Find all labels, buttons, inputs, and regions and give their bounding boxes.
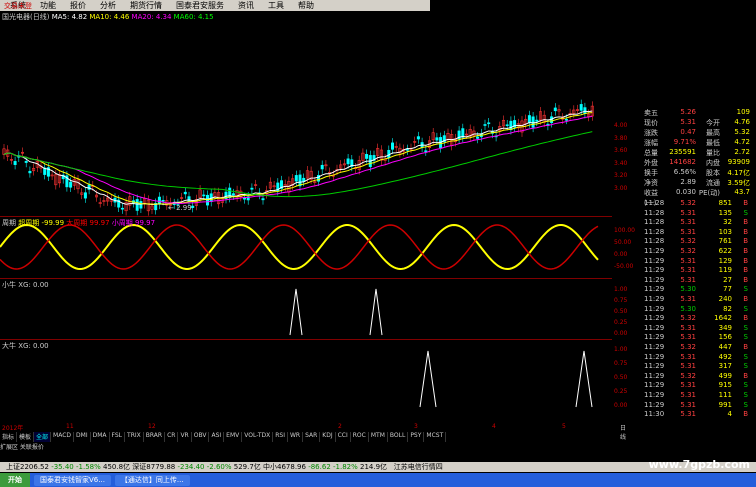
tab-13[interactable]: EMV <box>224 432 243 442</box>
trade-row: 11:29 5.31 27 B <box>644 275 748 284</box>
tab-4[interactable]: DMI <box>74 432 91 442</box>
trade-row: 11:29 5.31 111 S <box>644 391 748 399</box>
trade-login-link[interactable]: 交易未登 <box>4 1 142 11</box>
menu-tools[interactable]: 工具 <box>268 0 284 11</box>
indicator-tabs: 指标 模板 全部 MACD DMI DMA FSL TRIX BRAR CR VR OBV ASI EMV… <box>0 432 612 442</box>
quote-row: 涨幅 9.71% 最低 4.72 <box>644 138 750 147</box>
panel2-axis: 100.00 50.00 0.00 -50.00 <box>614 227 635 270</box>
tab-6[interactable]: FSL <box>110 432 126 442</box>
trade-row: 11:29 5.31 349 S <box>644 323 748 332</box>
panel2-title: 周期 超周期 -99.99 大周期 99.97 小周期 99.97 <box>2 219 156 227</box>
taskbar: 开始 国泰君安钱智家V6... 【通达信】同上传... <box>0 473 756 487</box>
taskbar-item-2[interactable]: 【通达信】同上传... <box>114 474 190 486</box>
trade-row: 11:29 5.32 447 B <box>644 343 748 351</box>
tab-9[interactable]: CR <box>165 432 179 442</box>
tab-20[interactable]: ROC <box>351 432 369 442</box>
trade-row: 11:28 5.32 851 B <box>644 199 748 207</box>
tab-18[interactable]: KDJ <box>320 432 336 442</box>
trade-row: 11:29 5.31 317 S <box>644 362 748 371</box>
kline-svg <box>0 99 599 408</box>
news-ticker[interactable]: 江苏电信行情四 <box>394 462 443 472</box>
trade-row: 11:29 5.30 82 S <box>644 304 748 313</box>
quote-row: 现价 5.31 今开 4.76 <box>644 118 750 127</box>
trade-row: 11:29 5.31 492 S <box>644 352 748 361</box>
tab-17[interactable]: SAR <box>303 432 321 442</box>
quote-row: 总量 235591 量比 2.72 <box>644 148 750 157</box>
trade-row: 11:29 5.31 915 S <box>644 381 748 390</box>
trade-row: 11:29 5.31 156 S <box>644 333 748 342</box>
trade-row: 11:29 5.32 499 B <box>644 371 748 380</box>
tab-2[interactable]: 全部 <box>34 432 52 442</box>
extension-bar: 扩展区 关联报价 <box>0 442 612 452</box>
tab-21[interactable]: MTM <box>369 432 388 442</box>
tab-16[interactable]: WR <box>288 432 304 442</box>
tab-14[interactable]: VOL-TDX <box>242 432 274 442</box>
panel4-axis: 1.00 0.75 0.50 0.25 0.00 <box>614 346 628 409</box>
menu-help[interactable]: 帮助 <box>298 0 314 11</box>
trade-row: 11:29 5.31 129 B <box>644 256 748 265</box>
quote-row: 涨跌 0.47 最高 5.32 <box>644 128 750 137</box>
trade-row: 11:29 5.30 77 S <box>644 285 748 294</box>
quote-row: 换手 6.56% 股本 4.17亿 <box>644 168 750 177</box>
tab-3[interactable]: MACD <box>51 432 75 442</box>
panel4-title: 大牛 XG: 0.00 <box>2 342 49 350</box>
panel3-title: 小牛 XG: 0.00 <box>2 281 49 289</box>
quote-row: 收益(一) 0.030 PE(动) 43.7 <box>644 188 750 207</box>
menu-news[interactable]: 资讯 <box>238 0 254 11</box>
chart-area[interactable]: 国光电器(日线) MA5: 4.82 MA10: 4.46 MA20: 4.34… <box>0 11 612 423</box>
trade-row: 11:30 5.31 4 B <box>644 410 748 419</box>
trade-row: 11:29 5.31 240 B <box>644 295 748 303</box>
tab-7[interactable]: TRIX <box>125 432 144 442</box>
trade-row: 11:29 5.31 991 S <box>644 400 748 409</box>
trade-row: 11:29 5.32 1642 B <box>644 314 748 323</box>
tab-10[interactable]: VR <box>178 432 192 442</box>
trade-row: 11:29 5.31 119 B <box>644 266 748 275</box>
tab-12[interactable]: ASI <box>209 432 225 442</box>
tab-5[interactable]: DMA <box>91 432 110 442</box>
price-axis-labels: 4.00 3.80 3.60 3.40 3.20 3.00 <box>614 122 628 192</box>
x-axis: 2012年 11 12 2 3 4 5 日线 <box>2 423 627 441</box>
tab-8[interactable]: BRAR <box>144 432 166 442</box>
tab-22[interactable]: BOLL <box>388 432 409 442</box>
trade-row: 11:28 5.31 103 B <box>644 227 748 236</box>
panel3-axis: 1.00 0.75 0.50 0.25 0.00 <box>614 286 628 337</box>
menu-bar: 系统 功能 报价 分析 期货行情 国泰君安服务 资讯 工具 帮助 交易未登 <box>0 0 430 11</box>
watermark: www.7gpzb.com <box>648 458 750 471</box>
taskbar-item-1[interactable]: 国泰君安钱智家V6... <box>34 474 111 486</box>
quote-row: 净资 2.89 流通 3.59亿 <box>644 178 750 187</box>
tab-24[interactable]: MCST <box>424 432 447 442</box>
trade-row: 11:28 5.31 135 S <box>644 208 748 217</box>
status-bar: 上证2206.52 -35.40 -1.58% 450.8亿 深证8779.88… <box>0 462 756 472</box>
tab-15[interactable]: RSI <box>273 432 288 442</box>
tab-11[interactable]: OBV <box>192 432 210 442</box>
tab-19[interactable]: CCI <box>336 432 351 442</box>
tab-23[interactable]: PSY <box>408 432 425 442</box>
tab-1[interactable]: 模板 <box>17 432 35 442</box>
tab-0[interactable]: 指标 <box>0 432 18 442</box>
trade-row: 11:28 5.32 761 B <box>644 237 748 246</box>
trade-row: 11:28 5.31 32 B <box>644 218 748 227</box>
trade-row: 11:29 5.32 622 B <box>644 247 748 255</box>
menu-service[interactable]: 国泰君安服务 <box>176 0 224 11</box>
quote-row: 外盘 141682 内盘 93909 <box>644 158 750 167</box>
quote-row: 卖五 5.26 109 <box>644 108 750 117</box>
low-price-label: ← 2.99 <box>168 204 192 212</box>
start-button[interactable]: 开始 <box>0 473 30 487</box>
